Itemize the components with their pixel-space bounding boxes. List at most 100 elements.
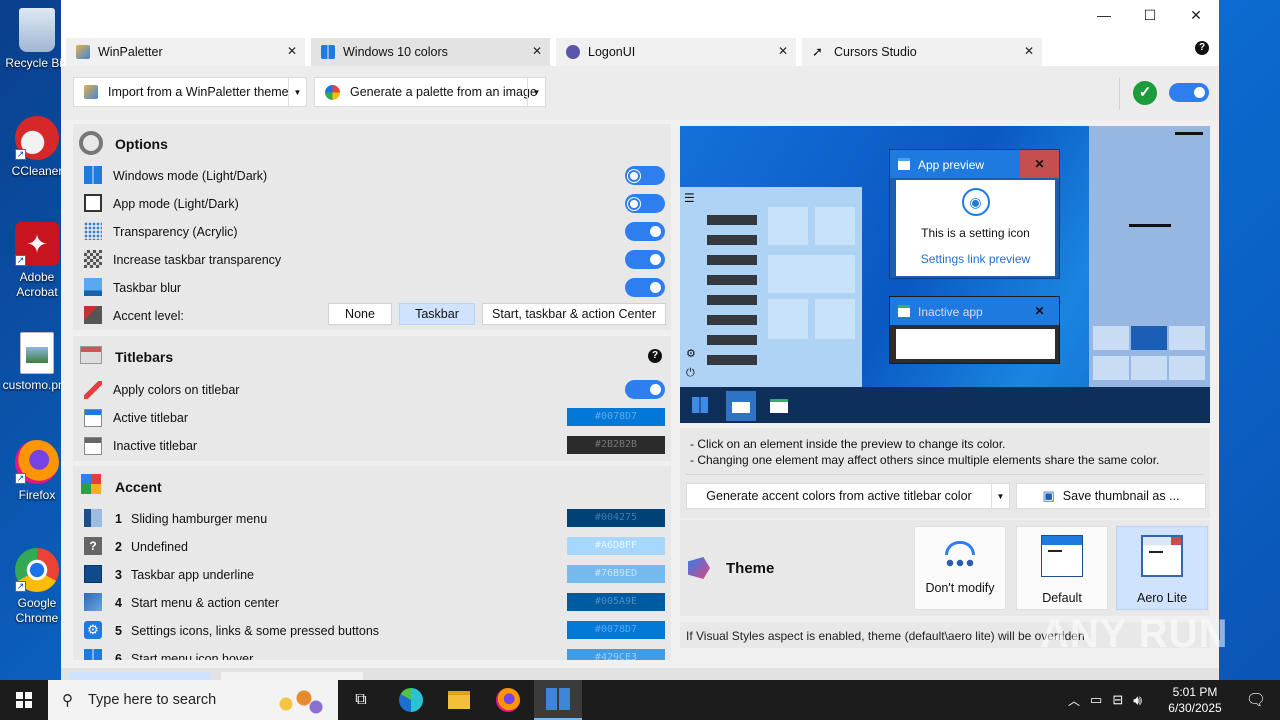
chevron-down-icon[interactable]: ▼ [527, 78, 545, 106]
chevron-down-icon[interactable]: ▼ [288, 78, 306, 106]
help-icon[interactable]: ? [648, 349, 662, 363]
accent-level-none[interactable]: None [328, 303, 392, 325]
maximize-button[interactable]: ☐ [1127, 0, 1173, 30]
tab-logonui[interactable]: LogonUI ✕ [556, 38, 796, 66]
preview-close-icon[interactable]: ✕ [1020, 297, 1059, 325]
chevron-up-icon[interactable]: ︿ [1068, 692, 1080, 709]
clock[interactable]: 5:01 PM 6/30/2025 [1162, 680, 1228, 720]
checkmark-icon: ✓ [1133, 81, 1157, 105]
theme-option-default[interactable]: Default [1016, 526, 1108, 610]
ccleaner-icon: ↗ [15, 116, 59, 160]
preview-quick-action [1093, 326, 1129, 350]
window-titlebar[interactable]: — ☐ ✕ [61, 0, 1219, 34]
footer-bar [61, 668, 1219, 680]
tab-close-icon[interactable]: ✕ [778, 44, 788, 58]
volume-icon[interactable]: 🔊︎ [1133, 692, 1142, 709]
accent-color-3[interactable]: #76B9ED [567, 565, 665, 583]
apply-titlebar-toggle[interactable] [625, 380, 665, 399]
inactive-titlebar-color[interactable]: #2B2B2B [567, 436, 665, 454]
network-icon[interactable]: ▭ [1090, 692, 1102, 708]
live-preview[interactable]: ☰ ⚙ ⏻ App preview ✕ ◉ This is a setting … [680, 126, 1210, 423]
toolbar: Import from a WinPaletter theme ▼ Genera… [61, 66, 1219, 120]
taskbar-transparency-icon [84, 250, 102, 268]
paint-brush-icon [84, 381, 102, 399]
accent-item-label: Taskbar app underline [131, 568, 254, 582]
accent-color-1[interactable]: #004275 [567, 509, 665, 527]
active-titlebar-color[interactable]: #0078D7 [567, 408, 665, 426]
accent-level-start-taskbar-action[interactable]: Start, taskbar & action Center [482, 303, 666, 325]
preview-close-icon[interactable]: ✕ [1020, 150, 1059, 178]
accent-item-label: Sliding hamburger menu [131, 512, 268, 526]
settings-gear-icon: ⚙ [686, 348, 696, 360]
firefox-taskbar-button[interactable] [484, 680, 532, 720]
options-title: Options [115, 136, 168, 152]
taskbar-search[interactable]: ⚲ Type here to search [48, 680, 338, 720]
generate-accent-label: Generate accent colors from active title… [706, 489, 972, 503]
save-thumbnail-button[interactable]: ▣ Save thumbnail as ... [1016, 483, 1206, 509]
accent-color-2[interactable]: #A6D8FF [567, 537, 665, 555]
tab-windows-10-colors[interactable]: Windows 10 colors ✕ [311, 38, 550, 66]
folder-icon [448, 691, 470, 709]
footer-tab[interactable] [221, 672, 363, 680]
help-icon[interactable]: ? [1195, 41, 1209, 55]
tab-winpaletter[interactable]: WinPaletter ✕ [66, 38, 305, 66]
accent-level-group: None Taskbar Start, taskbar & action Cen… [328, 303, 666, 325]
preview-start-menu[interactable]: ☰ ⚙ ⏻ [680, 187, 862, 387]
accent-color-6[interactable]: #429CE3 [567, 649, 665, 660]
tab-cursors-studio[interactable]: ➚ Cursors Studio ✕ [802, 38, 1042, 66]
close-button[interactable]: ✕ [1173, 0, 1219, 30]
windows-mode-toggle[interactable] [625, 166, 665, 185]
preview-action-center[interactable] [1089, 126, 1210, 387]
power-icon: ⏻ [686, 367, 695, 379]
accent-item-number: 1 [115, 512, 122, 526]
preview-app-list [707, 209, 757, 369]
system-tray: ︿ ▭ ⊟ 🔊︎ [1068, 680, 1142, 720]
winpaletter-taskbar-button[interactable] [534, 680, 582, 720]
accent-item-label: Undefined [131, 540, 188, 554]
tab-close-icon[interactable]: ✕ [287, 44, 297, 58]
accent-color-5[interactable]: #0078D7 [567, 621, 665, 639]
titlebars-title: Titlebars [115, 349, 174, 365]
preview-settings-link[interactable]: Settings link preview [896, 252, 1055, 266]
gear-icon [79, 131, 103, 155]
minimize-button[interactable]: — [1081, 0, 1127, 30]
transparency-label: Transparency (Acrylic) [113, 225, 238, 239]
notifications-icon[interactable]: 🗨︎ [1232, 680, 1280, 720]
preview-app-titlebar[interactable]: App preview [890, 150, 1020, 178]
theme-option-aero-lite[interactable]: Aero Lite [1116, 526, 1208, 610]
accent-level-taskbar[interactable]: Taskbar [399, 303, 475, 325]
search-icon: ⚲ [62, 692, 73, 709]
import-label: Import from a WinPaletter theme [108, 85, 289, 99]
master-enable-toggle[interactable] [1169, 83, 1209, 102]
chevron-down-icon[interactable]: ▼ [991, 484, 1009, 508]
taskbar-transparency-toggle[interactable] [625, 250, 665, 269]
preview-inactive-window[interactable]: Inactive app ✕ [889, 296, 1060, 364]
app-mode-toggle[interactable] [625, 194, 665, 213]
acrobat-icon: ✦ ↗ [15, 222, 59, 266]
chrome-icon: ↗ [15, 548, 59, 592]
file-explorer-taskbar-button[interactable] [435, 680, 483, 720]
preview-app-content: ◉ This is a setting icon Settings link p… [896, 180, 1055, 276]
inactive-titlebar-label: Inactive titlebar [113, 439, 198, 453]
generate-palette-button[interactable]: Generate a palette from an image ▼ [314, 77, 546, 107]
generate-accent-button[interactable]: Generate accent colors from active title… [686, 483, 1010, 509]
theme-option-dont-modify[interactable]: Don't modify [914, 526, 1006, 610]
accent-item-number: 4 [115, 596, 122, 610]
accent-color-4[interactable]: #005A9E [567, 593, 665, 611]
tab-close-icon[interactable]: ✕ [532, 44, 542, 58]
preview-app-window[interactable]: App preview ✕ ◉ This is a setting icon S… [889, 149, 1060, 279]
start-button[interactable] [0, 680, 48, 720]
footer-tab[interactable] [69, 672, 211, 680]
tab-close-icon[interactable]: ✕ [1024, 44, 1034, 58]
preview-taskbar[interactable] [680, 387, 1210, 423]
import-theme-button[interactable]: Import from a WinPaletter theme ▼ [73, 77, 307, 107]
transparency-toggle[interactable] [625, 222, 665, 241]
windows-logo-icon [321, 45, 335, 59]
task-view-icon[interactable]: ⧉ [337, 680, 385, 720]
preview-inactive-titlebar[interactable]: Inactive app [890, 297, 1020, 325]
clock-date: 6/30/2025 [1168, 701, 1222, 715]
taskbar-blur-toggle[interactable] [625, 278, 665, 297]
edge-taskbar-button[interactable] [387, 680, 435, 720]
clock-time: 5:01 PM [1172, 685, 1218, 699]
ethernet-icon[interactable]: ⊟ [1112, 692, 1123, 708]
